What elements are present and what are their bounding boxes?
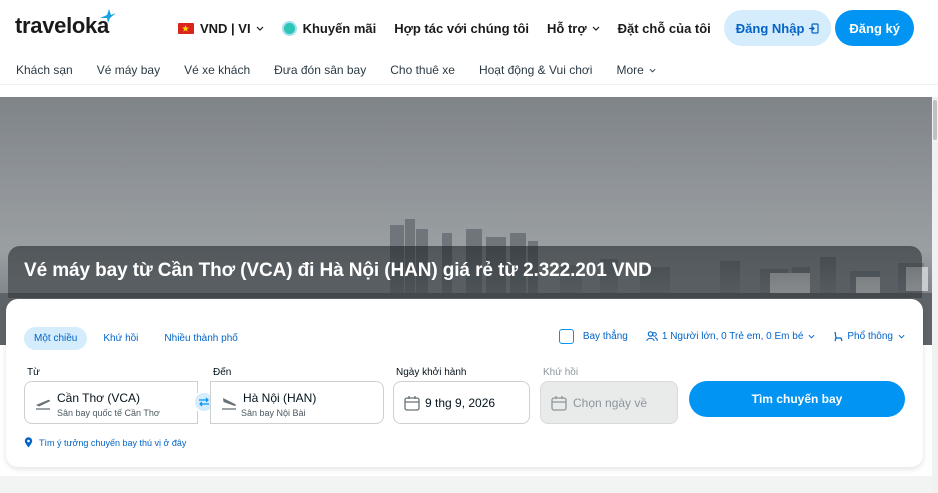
- currency-language-selector[interactable]: VND | VI: [169, 10, 273, 46]
- login-label: Đăng Nhập: [735, 20, 805, 36]
- cabin-class-selector[interactable]: Phổ thông: [833, 331, 905, 342]
- passenger-selector[interactable]: 1 Người lớn, 0 Trẻ em, 0 Em bé: [646, 331, 816, 342]
- subnav-item-activities[interactable]: Hoạt động & Vui chơi: [479, 63, 593, 77]
- support-menu[interactable]: Hỗ trợ: [538, 10, 609, 46]
- tab-round-trip[interactable]: Khứ hồi: [93, 327, 148, 350]
- location-pin-icon: [24, 437, 33, 448]
- subnav-item-car-rental[interactable]: Cho thuê xe: [390, 63, 455, 77]
- register-label: Đăng ký: [849, 20, 900, 36]
- promotions-link[interactable]: Khuyến mãi: [273, 10, 386, 46]
- direct-checkbox[interactable]: [558, 329, 574, 344]
- my-bookings-link[interactable]: Đặt chỗ của tôi: [609, 10, 720, 46]
- subnav-item-more[interactable]: More: [616, 63, 656, 77]
- return-date-placeholder: Chọn ngày về: [573, 396, 648, 410]
- swap-icon: [199, 397, 209, 407]
- trip-type-tabs: Một chiều Khứ hồi Nhiều thành phố: [24, 327, 254, 350]
- more-label: More: [616, 63, 644, 77]
- depart-date-value: 9 thg 9, 2026: [425, 396, 496, 410]
- search-options: Bay thẳng 1 Người lớn, 0 Trẻ em, 0 Em bé…: [541, 329, 905, 344]
- flight-ideas-link[interactable]: Tìm ý tưởng chuyến bay thú vị ở đây: [24, 437, 186, 448]
- calendar-icon: [404, 396, 420, 411]
- return-label: Khứ hồi: [543, 367, 579, 378]
- scrollbar-thumb[interactable]: [933, 100, 937, 140]
- from-label: Từ: [27, 367, 40, 378]
- bird-logo-icon: [100, 9, 116, 23]
- promotions-label: Khuyến mãi: [302, 20, 377, 36]
- partner-link[interactable]: Hợp tác với chúng tôi: [385, 10, 538, 46]
- vietnam-flag-icon: [177, 22, 194, 34]
- subnav-item-hotels[interactable]: Khách sạn: [16, 63, 73, 77]
- depart-label: Ngày khởi hành: [396, 367, 467, 378]
- search-flights-button[interactable]: Tìm chuyến bay: [689, 381, 905, 417]
- passengers-icon: [646, 331, 658, 342]
- calendar-icon: [551, 396, 567, 411]
- from-field[interactable]: Cần Thơ (VCA) Sân bay quốc tế Cần Thơ: [24, 381, 198, 424]
- product-subnav: Khách sạn Vé máy bay Vé xe khách Đưa đón…: [0, 56, 938, 84]
- support-label: Hỗ trợ: [547, 20, 587, 36]
- tab-multi-city[interactable]: Nhiều thành phố: [154, 327, 247, 350]
- login-icon: [809, 22, 820, 34]
- chevron-down-icon: [649, 68, 656, 72]
- login-button[interactable]: Đăng Nhập: [723, 10, 832, 46]
- route-headline: Vé máy bay từ Cần Thơ (VCA) đi Hà Nội (H…: [24, 260, 652, 281]
- promo-icon: [281, 20, 297, 36]
- flight-ideas-label: Tìm ý tưởng chuyến bay thú vị ở đây: [39, 437, 187, 448]
- plane-takeoff-icon: [36, 399, 50, 410]
- from-city: Cần Thơ (VCA): [57, 391, 141, 405]
- partner-label: Hợp tác với chúng tôi: [394, 20, 530, 36]
- tab-one-way[interactable]: Một chiều: [24, 327, 88, 350]
- traveloka-logo[interactable]: traveloka: [15, 13, 109, 39]
- to-field[interactable]: Hà Nội (HAN) Sân bay Nội Bài: [210, 381, 384, 424]
- flight-search-card: Một chiều Khứ hồi Nhiều thành phố Bay th…: [6, 299, 923, 467]
- below-card-section: [0, 476, 932, 493]
- search-flights-label: Tìm chuyến bay: [751, 392, 843, 406]
- plane-landing-icon: [222, 398, 236, 410]
- subnav-item-bus[interactable]: Vé xe khách: [184, 63, 250, 77]
- return-date-field[interactable]: Chọn ngày về: [540, 381, 678, 424]
- from-airport: Sân bay quốc tế Cần Thơ: [57, 408, 160, 418]
- header-divider: [0, 84, 938, 98]
- passengers-label: 1 Người lớn, 0 Trẻ em, 0 Em bé: [661, 331, 804, 342]
- subnav-item-airport-transfer[interactable]: Đưa đón sân bay: [274, 63, 366, 77]
- to-label: Đến: [213, 367, 232, 378]
- subnav-item-flights[interactable]: Vé máy bay: [97, 63, 160, 77]
- chevron-down-icon: [898, 334, 905, 339]
- to-city: Hà Nội (HAN): [243, 391, 317, 405]
- chevron-down-icon: [808, 334, 815, 339]
- cabin-label: Phổ thông: [847, 331, 893, 342]
- to-airport: Sân bay Nội Bài: [241, 408, 306, 418]
- page-scrollbar[interactable]: [932, 97, 938, 493]
- chevron-down-icon: [592, 26, 600, 31]
- top-bar: traveloka VND | VI Khuyến mãi Hợp tác vớ…: [0, 0, 938, 56]
- chevron-down-icon: [256, 26, 263, 31]
- seat-icon: [834, 331, 843, 342]
- my-bookings-label: Đặt chỗ của tôi: [617, 20, 711, 36]
- direct-label: Bay thẳng: [582, 331, 628, 342]
- direct-flight-toggle[interactable]: Bay thẳng: [558, 329, 628, 344]
- depart-date-field[interactable]: 9 thg 9, 2026: [393, 381, 530, 424]
- register-button[interactable]: Đăng ký: [835, 10, 914, 46]
- currency-label: VND | VI: [199, 20, 251, 36]
